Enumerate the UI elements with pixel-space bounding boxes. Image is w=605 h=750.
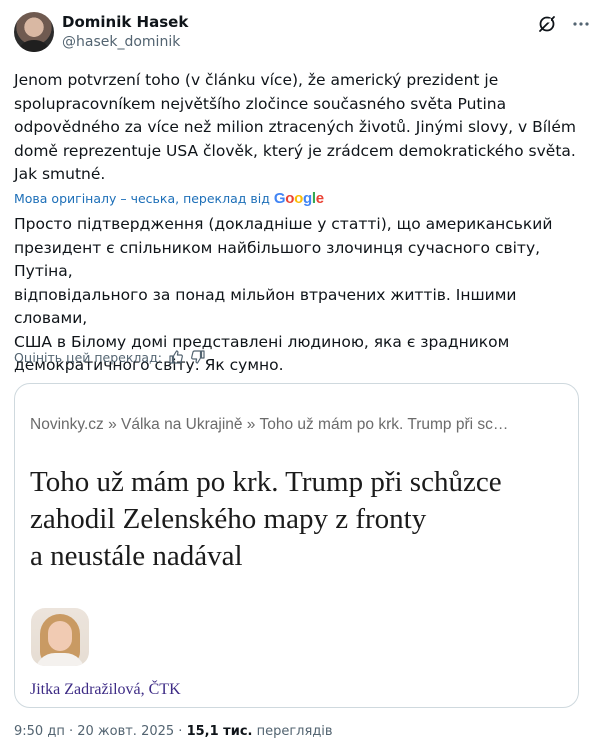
rate-translation-label: Оцініть цей переклад: xyxy=(14,349,162,365)
avatar[interactable] xyxy=(14,12,54,52)
card-breadcrumb: Novinky.cz » Válka na Ukrajině » Toho už… xyxy=(30,416,509,433)
thumb-up-icon[interactable] xyxy=(168,349,184,365)
tweet-meta: 9:50 дп · 20 жовт. 2025 · 15,1 тис. пере… xyxy=(14,724,333,739)
author-photo xyxy=(31,608,89,666)
tweet-header: Dominik Hasek @hasek_dominik xyxy=(14,12,591,56)
views-label: переглядів xyxy=(256,724,333,739)
views-count: 15,1 тис. xyxy=(186,724,253,739)
translation-note[interactable]: Мова оригіналу – чеська, переклад від Go… xyxy=(14,190,324,207)
meta-separator-2: · xyxy=(174,724,187,739)
card-headline: Toho už mám po krk. Trump při schůzce za… xyxy=(30,466,502,572)
thumb-down-icon[interactable] xyxy=(190,349,206,365)
tweet-text: Jenom potvrzení toho (v článku více), že… xyxy=(14,71,577,183)
rate-translation: Оцініть цей переклад: xyxy=(14,349,206,365)
grok-icon[interactable] xyxy=(537,14,557,34)
author-handle[interactable]: @hasek_dominik xyxy=(62,34,180,50)
link-card[interactable]: Novinky.cz » Válka na Ukrajině » Toho už… xyxy=(14,383,579,708)
more-icon[interactable] xyxy=(571,14,591,34)
tweet-date[interactable]: 20 жовт. 2025 xyxy=(77,724,174,739)
google-logo: Google xyxy=(273,190,324,207)
card-author: Jitka Zadražilová, ČTK xyxy=(30,681,181,698)
tweet-time[interactable]: 9:50 дп xyxy=(14,724,65,739)
translation-note-text: Мова оригіналу – чеська, переклад від xyxy=(14,191,270,206)
meta-separator: · xyxy=(64,724,78,739)
author-name[interactable]: Dominik Hasek xyxy=(62,13,188,31)
